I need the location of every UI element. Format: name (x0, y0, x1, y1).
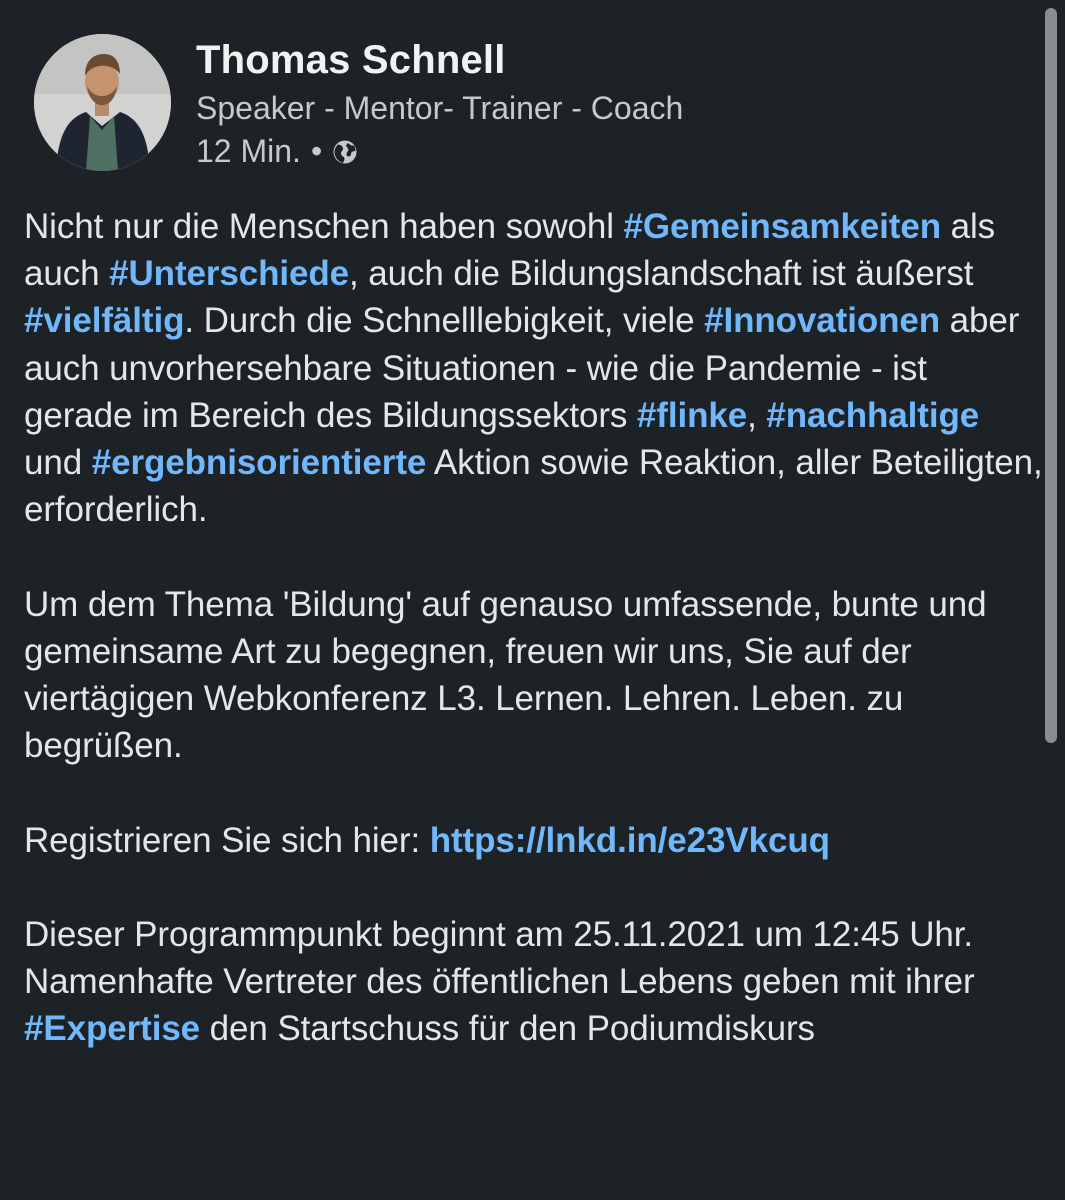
author-name[interactable]: Thomas Schnell (196, 38, 506, 83)
hashtag-link[interactable]: #Innovationen (704, 301, 940, 340)
text-segment: und (24, 443, 92, 483)
hashtag-link[interactable]: #Unterschiede (109, 254, 349, 293)
text-segment: den Startschuss für den Podiumdiskurs (200, 1009, 815, 1049)
post-body: Nicht nur die Menschen haben sowohl #Gem… (24, 203, 1044, 1053)
text-segment: Nicht nur die Menschen haben sowohl (24, 207, 624, 246)
text-segment: Registrieren Sie sich hier: (24, 820, 430, 860)
globe-icon (332, 139, 358, 165)
author-avatar[interactable] (34, 34, 171, 171)
avatar-photo (34, 34, 171, 171)
hashtag-link[interactable]: #Expertise (24, 1009, 200, 1048)
text-segment: Dieser Programmpunkt beginnt am 25.11.20… (24, 915, 975, 1002)
text-segment: . Durch die Schnelllebigkeit, viele (184, 301, 705, 341)
post-meta: 12 Min. • (196, 133, 358, 170)
hashtag-link[interactable]: #vielfältig (24, 301, 184, 340)
post-timestamp: 12 Min. (196, 133, 301, 169)
scrollbar-thumb[interactable] (1045, 8, 1057, 743)
registration-link[interactable]: https://lnkd.in/e23Vkcuq (430, 821, 830, 860)
text-segment: , (747, 395, 767, 435)
hashtag-link[interactable]: #ergebnisorientierte (92, 443, 427, 482)
post-paragraph: Nicht nur die Menschen haben sowohl #Gem… (24, 203, 1044, 533)
meta-separator: • (310, 133, 323, 169)
post-paragraph: Registrieren Sie sich hier: https://lnkd… (24, 817, 1044, 864)
author-headline: Speaker - Mentor- Trainer - Coach (196, 90, 684, 126)
post-paragraph: Um dem Thema 'Bildung' auf genauso umfas… (24, 584, 987, 766)
hashtag-link[interactable]: #flinke (637, 396, 747, 435)
hashtag-link[interactable]: #nachhaltige (766, 396, 979, 435)
post-paragraph: Dieser Programmpunkt beginnt am 25.11.20… (24, 911, 1044, 1053)
post-card: Thomas Schnell Speaker - Mentor- Trainer… (0, 0, 1065, 1200)
text-segment: , auch die Bildungslandschaft ist äußers… (349, 254, 974, 294)
hashtag-link[interactable]: #Gemeinsamkeiten (624, 207, 942, 246)
